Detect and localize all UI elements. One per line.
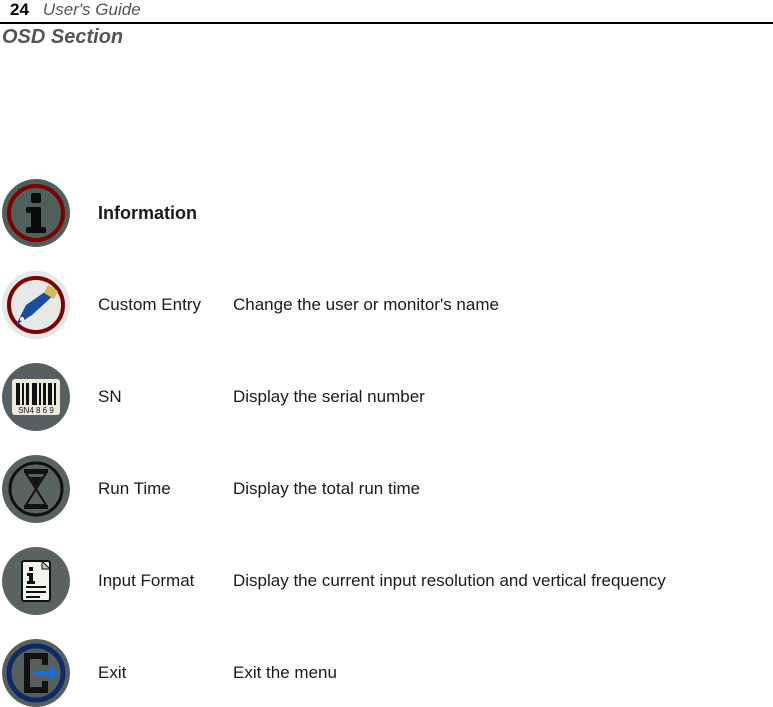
exit-icon <box>2 639 70 707</box>
row-input-format: Input Format Display the current input r… <box>0 547 773 615</box>
item-label: Custom Entry <box>98 295 233 315</box>
guide-title: User's Guide <box>43 0 141 20</box>
item-desc: Display the current input resolution and… <box>233 571 666 591</box>
barcode-icon: SN4 8 6 9 <box>2 363 70 431</box>
item-desc: Display the serial number <box>233 387 425 407</box>
item-label: Input Format <box>98 571 233 591</box>
pen-icon <box>2 271 70 339</box>
page-header: 24 User's Guide <box>0 0 773 24</box>
section-title: OSD Section <box>0 24 773 49</box>
row-exit: Exit Exit the menu <box>0 639 773 707</box>
item-desc: Change the user or monitor's name <box>233 295 499 315</box>
row-custom-entry: Custom Entry Change the user or monitor'… <box>0 271 773 339</box>
row-sn: SN4 8 6 9 SN Display the serial number <box>0 363 773 431</box>
item-label: Run Time <box>98 479 233 499</box>
document-info-icon <box>2 547 70 615</box>
svg-text:SN4 8 6 9: SN4 8 6 9 <box>18 406 54 415</box>
item-label: Exit <box>98 663 233 683</box>
item-desc: Exit the menu <box>233 663 337 683</box>
item-label: SN <box>98 387 233 407</box>
info-icon <box>2 179 70 247</box>
osd-info-table: Information Custom Entry Change the user… <box>0 49 773 707</box>
section-heading: Information <box>98 203 233 224</box>
page-number: 24 <box>10 0 29 20</box>
row-run-time: Run Time Display the total run time <box>0 455 773 523</box>
item-desc: Display the total run time <box>233 479 420 499</box>
row-heading: Information <box>0 179 773 247</box>
hourglass-icon <box>2 455 70 523</box>
